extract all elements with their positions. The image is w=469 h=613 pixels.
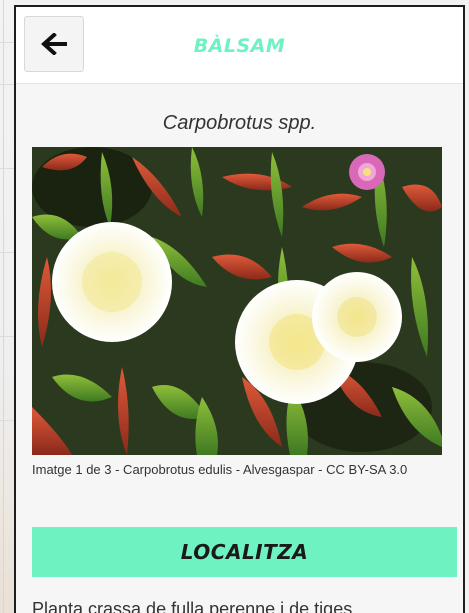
background-divider <box>0 252 14 253</box>
species-scientific-name: Carpobrotus spp. <box>162 112 317 134</box>
species-content: Carpobrotus spp. Imatge 1 de 3 - Carpobr… <box>16 84 463 613</box>
locate-button[interactable]: LOCALITZA <box>32 527 457 577</box>
page-title: BÀLSAM <box>193 35 286 57</box>
background-divider <box>0 42 14 43</box>
background-divider <box>3 0 4 613</box>
photo-caption: Imatge 1 de 3 - Carpobrotus edulis - Alv… <box>32 462 408 477</box>
background-divider <box>0 168 14 169</box>
species-photo <box>32 147 442 455</box>
species-description: Planta crassa de fulla perenne i de tige… <box>32 599 353 613</box>
top-bar: BÀLSAM <box>16 7 463 84</box>
background-page-strip <box>0 0 14 613</box>
background-divider <box>0 84 14 85</box>
species-detail-window: BÀLSAM Carpobrotus spp. Imatge 1 de 3 - … <box>14 5 465 613</box>
background-divider <box>0 420 14 421</box>
background-divider <box>0 336 14 337</box>
